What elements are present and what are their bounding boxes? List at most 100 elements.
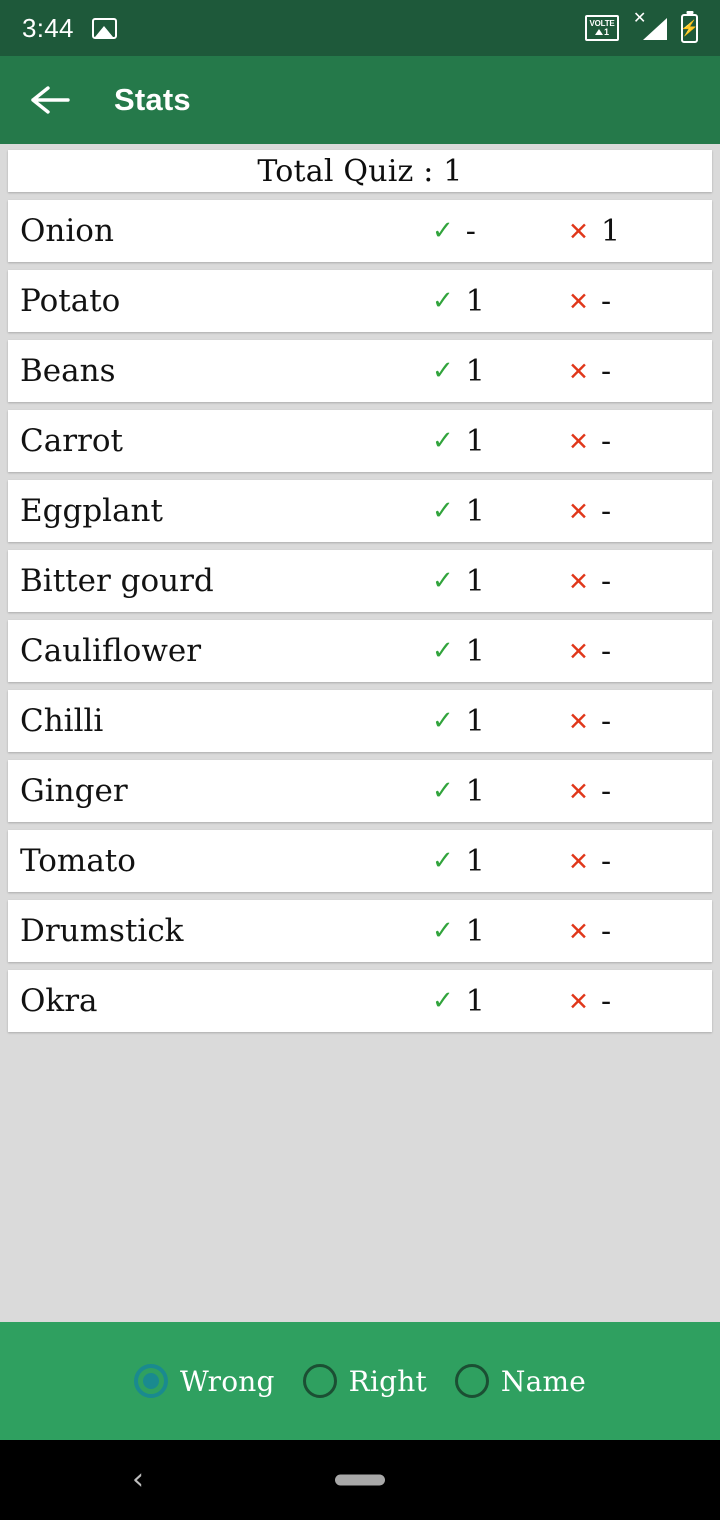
wrong-answer-stat: ✕ -: [568, 564, 617, 599]
wrong-answer-count: -: [600, 423, 612, 459]
sort-option-wrong[interactable]: Wrong: [133, 1364, 275, 1398]
row-item-name: Onion: [20, 213, 114, 249]
table-row[interactable]: Eggplant ✓ 1 ✕ -: [8, 480, 712, 542]
table-row[interactable]: Bitter gourd ✓ 1 ✕ -: [8, 550, 712, 612]
check-icon: ✓: [432, 776, 454, 806]
cross-icon: ✕: [568, 566, 589, 596]
sort-option-name[interactable]: Name: [454, 1364, 587, 1398]
right-answer-count: 1: [465, 423, 485, 459]
row-item-name: Bitter gourd: [20, 563, 214, 599]
check-icon: ✓: [432, 706, 454, 736]
radio-label: Right: [348, 1364, 427, 1398]
right-answer-stat: ✓ 1: [432, 494, 485, 529]
table-row[interactable]: Chilli ✓ 1 ✕ -: [8, 690, 712, 752]
cross-icon: ✕: [568, 426, 589, 456]
row-item-name: Potato: [20, 283, 121, 319]
status-clock: 3:44: [22, 12, 74, 43]
wrong-answer-count: -: [600, 633, 612, 669]
cross-icon: ✕: [568, 916, 589, 946]
row-item-name: Okra: [20, 983, 98, 1019]
sort-options-bar: Wrong Right Name: [0, 1322, 720, 1440]
table-row[interactable]: Okra ✓ 1 ✕ -: [8, 970, 712, 1032]
cross-icon: ✕: [568, 986, 589, 1016]
volte-sim-indicator: 1: [594, 26, 609, 37]
right-answer-stat: ✓ 1: [432, 704, 485, 739]
wrong-answer-stat: ✕ 1: [568, 214, 620, 249]
wrong-answer-stat: ✕ -: [568, 424, 617, 459]
table-row[interactable]: Cauliflower ✓ 1 ✕ -: [8, 620, 712, 682]
cross-icon: ✕: [568, 216, 589, 246]
right-answer-count: 1: [465, 983, 485, 1019]
radio-button-icon[interactable]: [454, 1364, 489, 1398]
table-row[interactable]: Carrot ✓ 1 ✕ -: [8, 410, 712, 472]
right-answer-count: 1: [465, 283, 485, 319]
table-row[interactable]: Potato ✓ 1 ✕ -: [8, 270, 712, 332]
right-answer-stat: ✓ 1: [432, 844, 485, 879]
right-answer-stat: ✓ 1: [432, 354, 485, 389]
row-item-name: Ginger: [20, 773, 128, 809]
right-answer-count: 1: [465, 703, 485, 739]
volte-sim-number: 1: [603, 26, 609, 37]
right-answer-stat: ✓ 1: [432, 284, 485, 319]
status-bar-left: 3:44: [22, 13, 117, 44]
right-answer-count: 1: [465, 773, 485, 809]
wrong-answer-count: -: [600, 283, 612, 319]
right-answer-stat: ✓ 1: [432, 774, 485, 809]
wrong-answer-stat: ✕ -: [568, 494, 617, 529]
table-row[interactable]: Beans ✓ 1 ✕ -: [8, 340, 712, 402]
check-icon: ✓: [432, 636, 454, 666]
system-nav-bar: ‹: [0, 1440, 720, 1520]
wrong-answer-stat: ✕ -: [568, 634, 617, 669]
back-arrow-icon[interactable]: [24, 74, 76, 126]
wrong-answer-count: -: [600, 353, 612, 389]
check-icon: ✓: [432, 216, 454, 246]
wrong-answer-count: -: [600, 703, 612, 739]
radio-button-icon[interactable]: [133, 1364, 168, 1398]
status-bar-right: VOLTE 1 ✕ ⚡: [585, 11, 699, 43]
table-row[interactable]: Drumstick ✓ 1 ✕ -: [8, 900, 712, 962]
cross-icon: ✕: [568, 356, 589, 386]
row-item-name: Beans: [20, 353, 116, 389]
stats-row-container: Onion ✓ - ✕ 1 Potato ✓ 1 ✕ - Beans ✓ 1 ✕ - Carrot ✓ 1 ✕ - Eg…: [0, 200, 720, 1032]
right-answer-count: 1: [465, 913, 485, 949]
cross-icon: ✕: [568, 776, 589, 806]
nav-back-icon[interactable]: ‹: [132, 1465, 144, 1495]
right-answer-stat: ✓ 1: [432, 424, 485, 459]
table-row[interactable]: Tomato ✓ 1 ✕ -: [8, 830, 712, 892]
row-item-name: Eggplant: [20, 493, 163, 529]
row-item-name: Carrot: [20, 423, 123, 459]
row-item-name: Chilli: [20, 703, 104, 739]
wrong-answer-count: -: [600, 983, 612, 1019]
sort-option-right[interactable]: Right: [302, 1364, 427, 1398]
cross-icon: ✕: [568, 636, 589, 666]
check-icon: ✓: [432, 846, 454, 876]
check-icon: ✓: [432, 356, 454, 386]
right-answer-stat: ✓ 1: [432, 984, 485, 1019]
wrong-answer-count: -: [600, 493, 612, 529]
table-row[interactable]: Onion ✓ - ✕ 1: [8, 200, 712, 262]
nav-home-handle[interactable]: [335, 1474, 385, 1486]
radio-button-icon[interactable]: [302, 1364, 337, 1398]
app-bar: Stats: [0, 56, 720, 144]
wrong-answer-count: -: [600, 843, 612, 879]
wrong-answer-stat: ✕ -: [568, 844, 617, 879]
right-answer-stat: ✓ -: [432, 214, 482, 249]
row-item-name: Cauliflower: [20, 633, 202, 669]
radio-label: Name: [500, 1364, 587, 1398]
volte-icon: VOLTE 1: [585, 15, 619, 41]
wrong-answer-stat: ✕ -: [568, 704, 617, 739]
cross-icon: ✕: [568, 286, 589, 316]
wrong-answer-count: -: [600, 773, 612, 809]
wrong-answer-count: 1: [600, 213, 621, 249]
table-row[interactable]: Ginger ✓ 1 ✕ -: [8, 760, 712, 822]
total-quiz-card: Total Quiz : 1: [8, 150, 712, 192]
check-icon: ✓: [432, 426, 454, 456]
right-answer-count: 1: [465, 493, 485, 529]
page-title: Stats: [114, 82, 191, 117]
right-answer-stat: ✓ 1: [432, 634, 485, 669]
signal-bars-icon: [594, 29, 603, 35]
battery-charging-icon: ⚡: [680, 13, 699, 43]
right-answer-count: 1: [465, 353, 485, 389]
cross-icon: ✕: [568, 706, 589, 736]
wrong-answer-stat: ✕ -: [568, 284, 617, 319]
